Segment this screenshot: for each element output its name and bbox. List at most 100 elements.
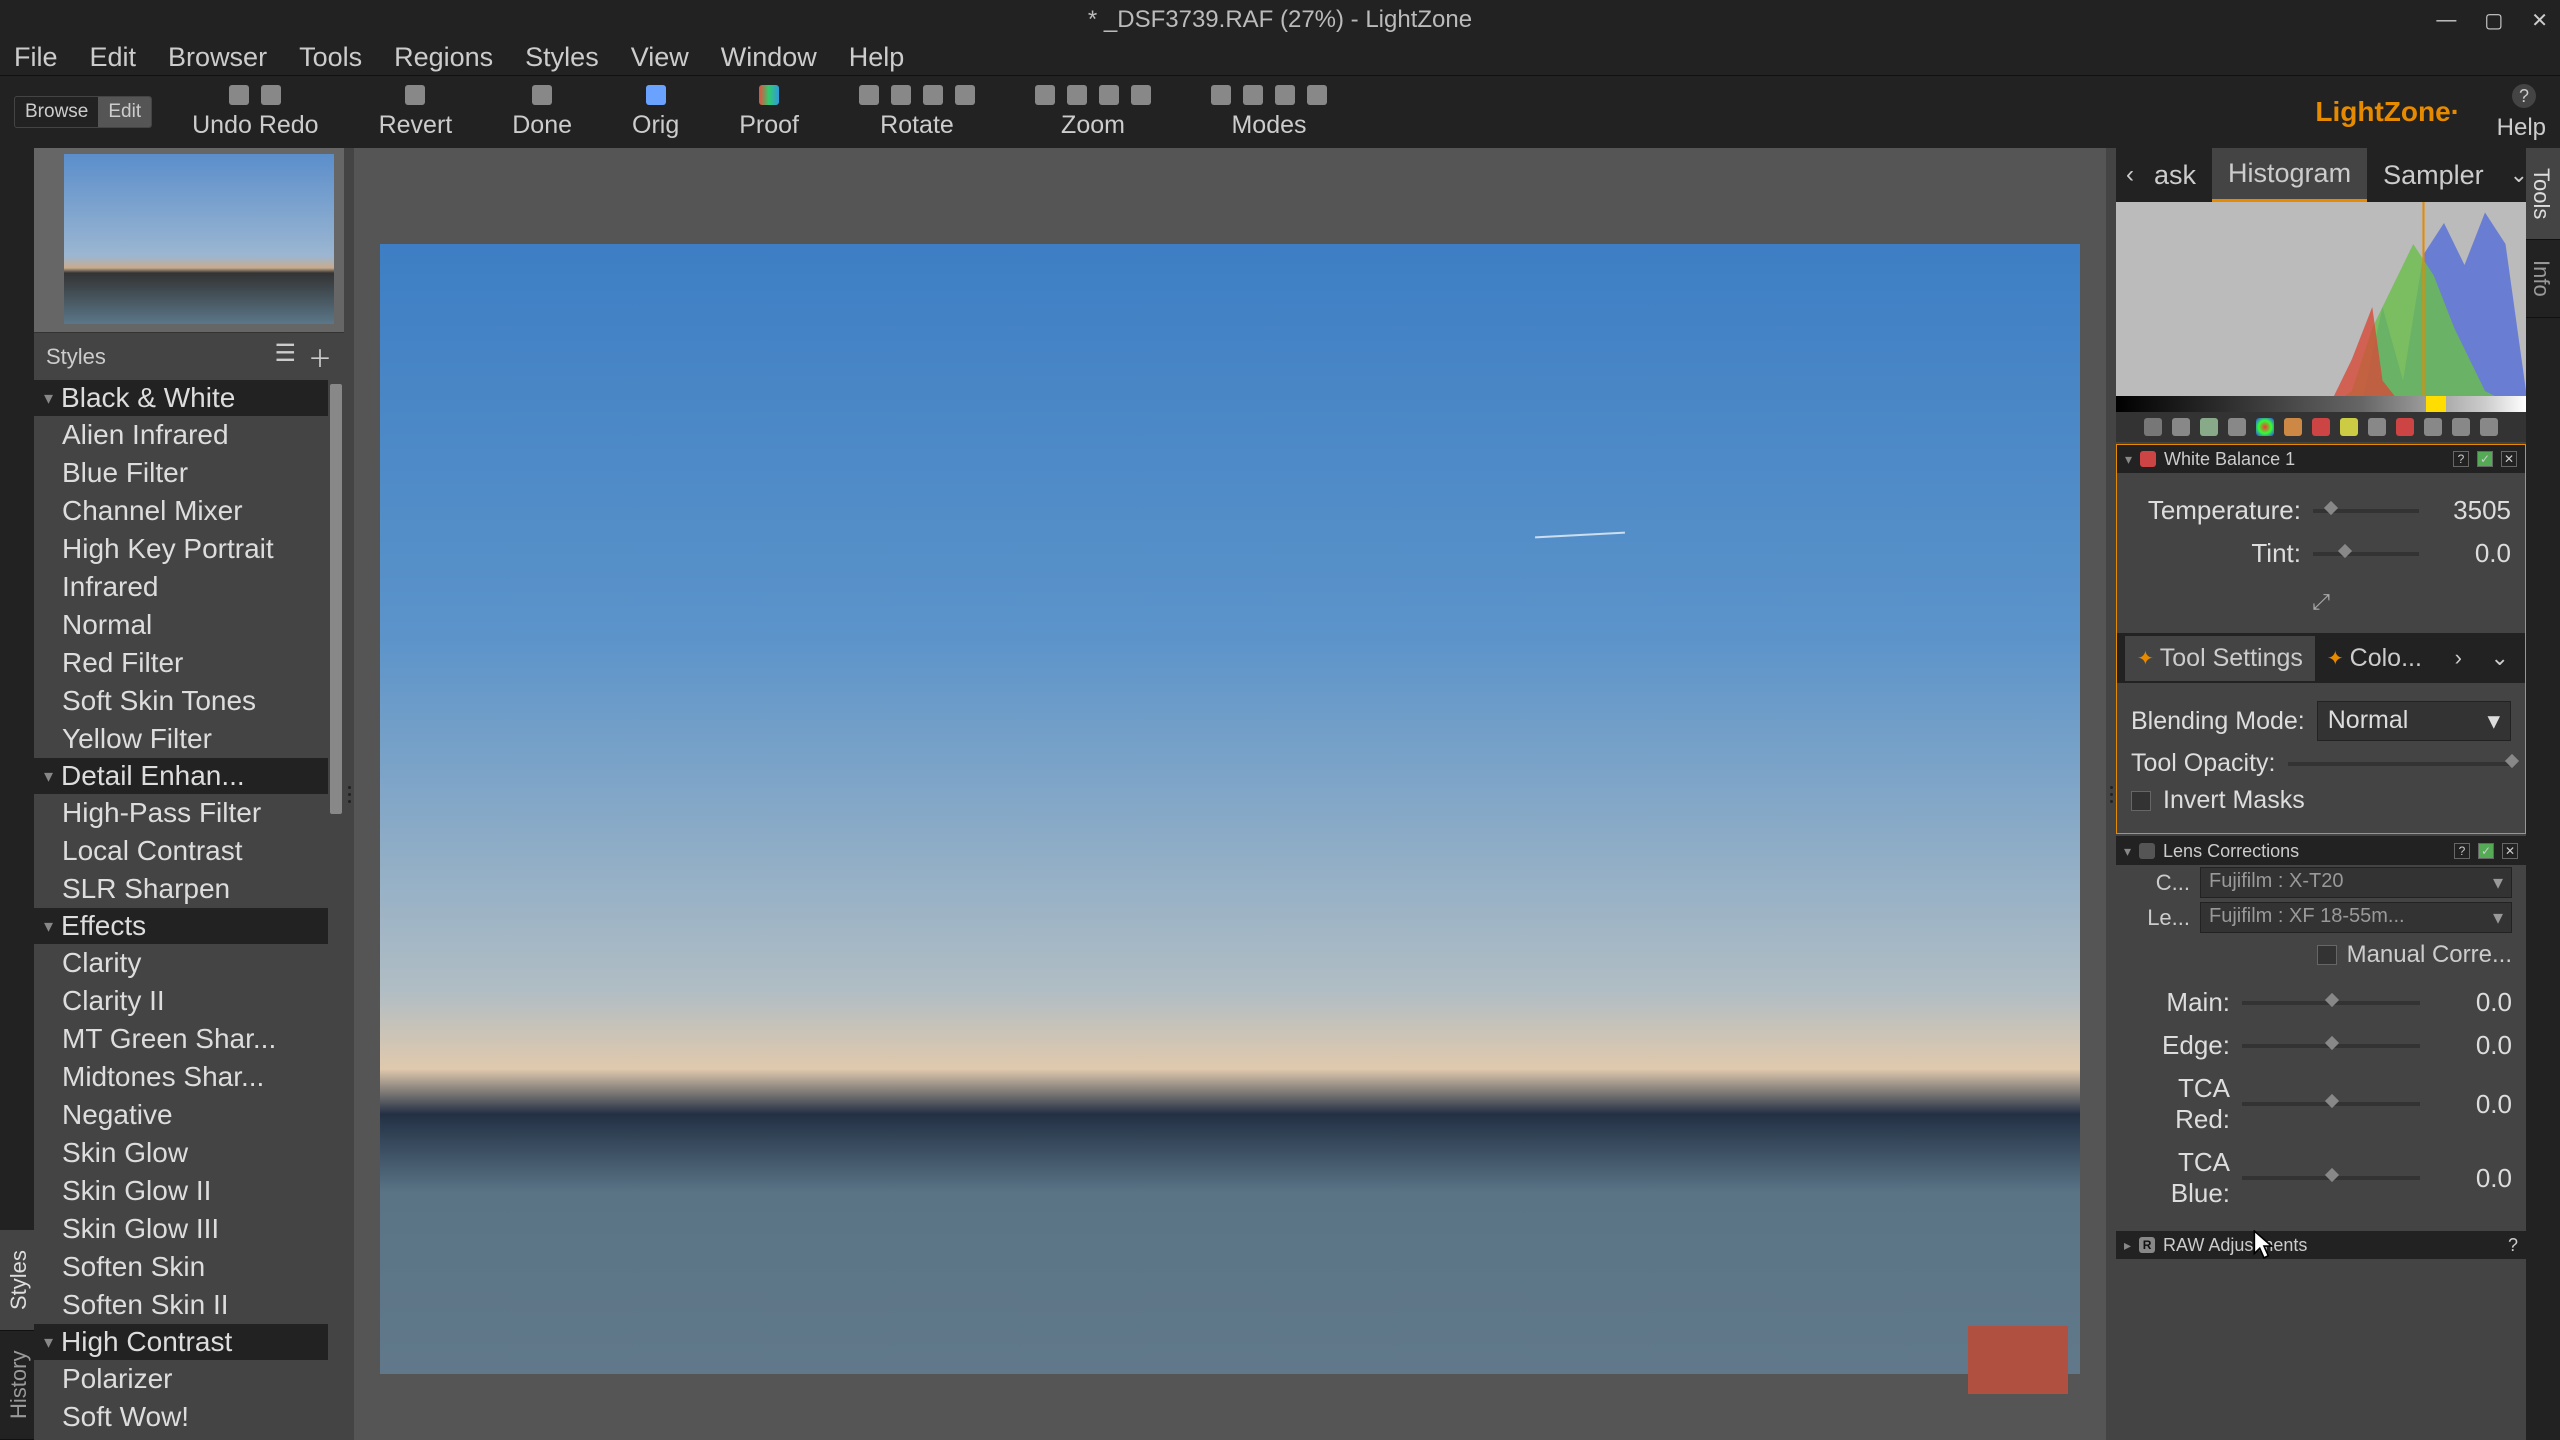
style-item[interactable]: SLR Sharpen [34,870,328,908]
tool-zonemapper-icon[interactable] [2144,418,2162,436]
wb-delete-icon[interactable]: ✕ [2501,451,2517,467]
tool-huesat-icon[interactable] [2256,418,2274,436]
style-item[interactable]: MT Green Shar... [34,1020,328,1058]
style-item[interactable]: Soft Wow! [34,1398,328,1436]
menu-edit[interactable]: Edit [90,42,137,73]
wb-tint-value[interactable]: 0.0 [2431,538,2511,569]
left-splitter[interactable] [344,148,354,1440]
subtab-tool-settings[interactable]: ✦Tool Settings [2125,636,2315,681]
style-item[interactable]: Clarity [34,944,328,982]
wb-header[interactable]: ▾ White Balance 1 ? ✓ ✕ [2117,445,2525,473]
tool-opacity-slider[interactable] [2288,762,2511,766]
wb-enable-toggle[interactable]: ✓ [2477,451,2493,467]
mode-rotate-icon[interactable] [1307,85,1327,105]
lens-edge-value[interactable]: 0.0 [2432,1030,2512,1061]
style-item[interactable]: Negative [34,1096,328,1134]
done-icon[interactable] [532,85,552,105]
style-category[interactable]: High Contrast [34,1324,328,1360]
style-item[interactable]: Midtones Shar... [34,1058,328,1096]
raw-expand-icon[interactable]: ▸ [2124,1237,2131,1254]
tool-blur-icon[interactable] [2228,418,2246,436]
flip-v-icon[interactable] [955,85,975,105]
style-item[interactable]: Polarizer [34,1360,328,1398]
menu-view[interactable]: View [631,42,689,73]
tab-histogram[interactable]: Histogram [2212,148,2367,202]
lens-delete-icon[interactable]: ✕ [2502,843,2518,859]
zoom-11-icon[interactable] [1067,85,1087,105]
tool-bw-icon[interactable] [2340,418,2358,436]
menu-browser[interactable]: Browser [168,42,267,73]
style-category[interactable]: Effects [34,908,328,944]
style-item[interactable]: Soft Wow! 2 [34,1436,328,1440]
blending-mode-dropdown[interactable]: Normal▾ [2317,701,2511,741]
rvtab-info[interactable]: Info [2526,240,2560,318]
image-preview[interactable] [380,244,2080,1374]
style-item[interactable]: High Key Portrait [34,530,328,568]
tab-sampler[interactable]: Sampler [2367,150,2500,201]
style-item[interactable]: Blue Filter [34,454,328,492]
tool-redeye-icon[interactable] [2452,418,2470,436]
lens-main-value[interactable]: 0.0 [2432,987,2512,1018]
undo-icon[interactable] [229,85,249,105]
wb-tint-slider[interactable] [2313,552,2419,556]
lens-lens-dropdown[interactable]: Fujifilm : XF 18-55m...▾ [2200,902,2512,933]
lens-main-slider[interactable] [2242,1001,2420,1005]
raw-help-icon[interactable]: ? [2508,1235,2518,1256]
tool-colorbalance-icon[interactable] [2284,418,2302,436]
tab-zonemask-truncated[interactable]: ask [2138,150,2212,201]
maximize-button[interactable]: ▢ [2484,8,2503,33]
lens-manual-checkbox[interactable] [2317,945,2337,965]
proof-icon[interactable] [759,85,779,105]
lens-tcablue-value[interactable]: 0.0 [2432,1163,2512,1194]
styles-scrollbar[interactable] [330,384,342,814]
lens-help-icon[interactable]: ? [2454,843,2470,859]
menu-regions[interactable]: Regions [394,42,493,73]
vtab-history[interactable]: History [0,1331,34,1440]
zoom-fit-icon[interactable] [1035,85,1055,105]
menu-tools[interactable]: Tools [299,42,362,73]
lens-tcablue-slider[interactable] [2242,1176,2420,1180]
redo-icon[interactable] [261,85,281,105]
tabs-back-icon[interactable]: ‹ [2122,161,2138,189]
subtabs-dropdown-icon[interactable]: ⌄ [2483,645,2517,671]
menu-file[interactable]: File [14,42,58,73]
wb-help-icon[interactable]: ? [2453,451,2469,467]
subtab-color-selection[interactable]: ✦Colo... [2315,636,2434,681]
rotate-right-icon[interactable] [891,85,911,105]
styles-list[interactable]: Black & WhiteAlien InfraredBlue FilterCh… [34,380,344,1440]
histogram[interactable] [2116,202,2526,412]
invert-masks-checkbox[interactable] [2131,791,2151,811]
lens-edge-slider[interactable] [2242,1044,2420,1048]
style-item[interactable]: Soften Skin II [34,1286,328,1324]
style-item[interactable]: Alien Infrared [34,416,328,454]
raw-adjustments-header[interactable]: ▸ R RAW Adjustments ? [2116,1231,2526,1259]
subtabs-forward-icon[interactable]: › [2447,645,2470,671]
vtab-styles[interactable]: Styles [0,1230,34,1331]
mode-arrow-icon[interactable] [1211,85,1231,105]
mode-browse-button[interactable]: Browse [15,97,98,127]
style-item[interactable]: Yellow Filter [34,720,328,758]
style-category[interactable]: Black & White [34,380,328,416]
style-item[interactable]: Skin Glow II [34,1172,328,1210]
preview-thumbnail[interactable] [64,154,334,324]
styles-add-icon[interactable]: ＋ [308,339,332,374]
zoom-in-icon[interactable] [1099,85,1119,105]
zone-marker[interactable] [2426,396,2446,412]
style-item[interactable]: Local Contrast [34,832,328,870]
wb-eyedropper-icon[interactable]: ⤢ [2131,581,2511,623]
help-icon[interactable]: ? [2512,84,2536,108]
style-item[interactable]: Skin Glow [34,1134,328,1172]
lens-tcared-value[interactable]: 0.0 [2432,1089,2512,1120]
tool-sharpen-icon[interactable] [2200,418,2218,436]
wb-collapse-icon[interactable]: ▾ [2125,451,2132,468]
flip-h-icon[interactable] [923,85,943,105]
right-splitter[interactable] [2106,148,2116,1440]
lens-header[interactable]: ▾ Lens Corrections ? ✓ ✕ [2116,837,2526,865]
tool-spot-icon[interactable] [2424,418,2442,436]
wb-temperature-slider[interactable] [2313,509,2419,513]
tool-noise-icon[interactable] [2368,418,2386,436]
tool-clone-icon[interactable] [2396,418,2414,436]
lens-collapse-icon[interactable]: ▾ [2124,843,2131,860]
style-item[interactable]: Infrared [34,568,328,606]
menu-styles[interactable]: Styles [525,42,599,73]
